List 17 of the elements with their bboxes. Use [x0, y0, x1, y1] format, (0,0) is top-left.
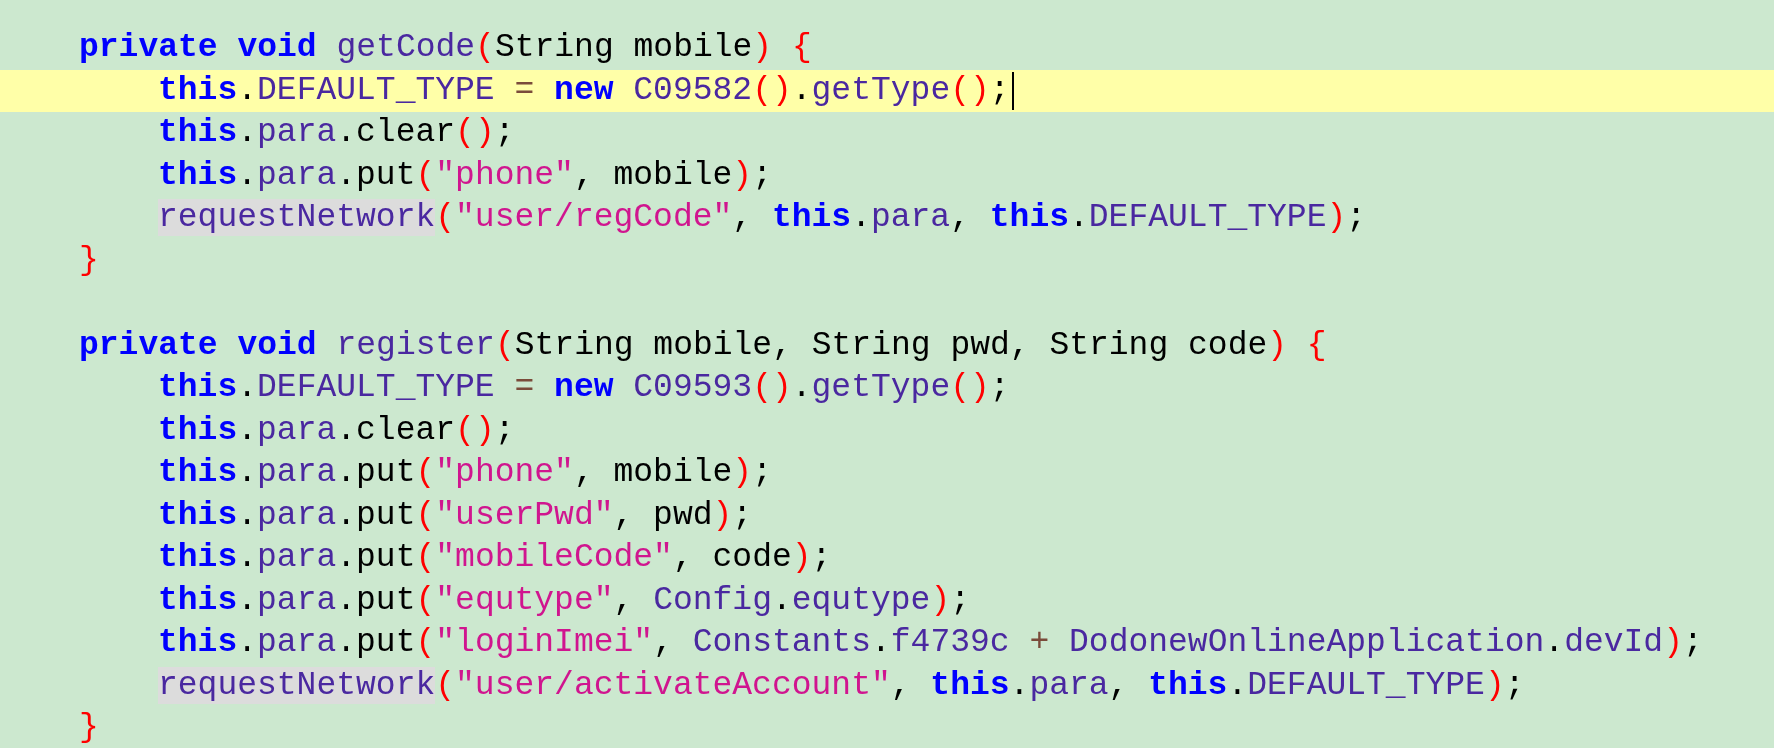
code-line: this.para.clear();	[158, 113, 515, 154]
code-line: requestNetwork("user/activateAccount", this.para, this.DEFAULT_TYPE);	[158, 665, 1525, 706]
code-line: private void register(String mobile, String pwd, String code) {	[79, 325, 1327, 366]
code-line: this.para.put("loginImei", Constants.f4739c + DodonewOnlineApplication.devId);	[158, 623, 1703, 664]
code-line: this.para.put("userPwd", pwd);	[158, 495, 753, 536]
code-line: }	[79, 708, 99, 748]
code-line: this.DEFAULT_TYPE = new C09582().getType();	[158, 70, 1010, 111]
text-cursor	[1011, 71, 1014, 110]
code-line: this.para.put("phone", mobile);	[158, 453, 772, 494]
code-line: this.DEFAULT_TYPE = new C09593().getType();	[158, 368, 1010, 409]
code-line: this.para.put("mobileCode", code);	[158, 538, 832, 579]
code-line: private void getCode(String mobile) {	[79, 28, 812, 69]
code-line: this.para.put("phone", mobile);	[158, 155, 772, 196]
code-line: }	[79, 240, 99, 281]
code-line: this.para.put("equtype", Config.equtype);	[158, 580, 970, 621]
code-line: requestNetwork("user/regCode", this.para, this.DEFAULT_TYPE);	[158, 198, 1367, 239]
code-line: this.para.clear();	[158, 410, 515, 451]
